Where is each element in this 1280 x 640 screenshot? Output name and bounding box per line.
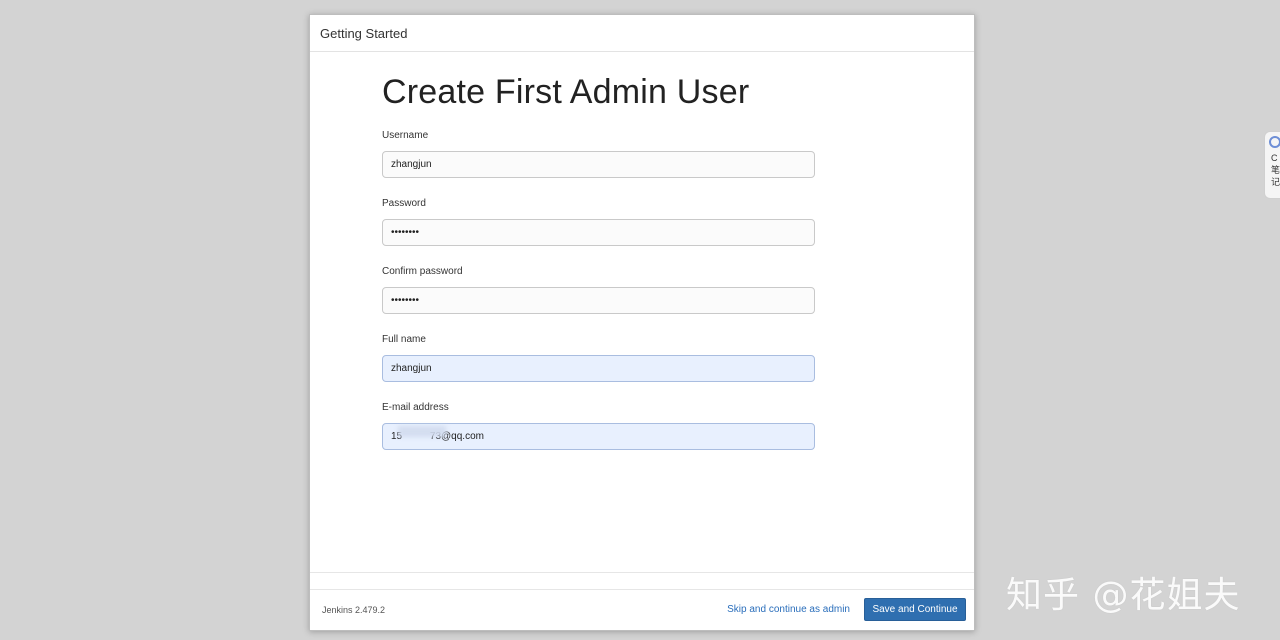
full-name-field-group: Full name bbox=[382, 333, 822, 382]
skip-continue-as-admin-link[interactable]: Skip and continue as admin bbox=[727, 604, 850, 615]
dialog-footer: Jenkins 2.479.2 Skip and continue as adm… bbox=[310, 589, 974, 632]
side-widget-label: C笔记 bbox=[1271, 153, 1280, 187]
password-label: Password bbox=[382, 198, 426, 209]
page-title: Create First Admin User bbox=[382, 73, 750, 111]
password-input[interactable] bbox=[382, 219, 815, 246]
password-field-group: Password bbox=[382, 197, 822, 246]
dialog-title: Getting Started bbox=[320, 25, 408, 41]
dialog-header: Getting Started bbox=[310, 15, 974, 52]
zhihu-watermark: 知乎 @花姐夫 bbox=[1006, 575, 1241, 616]
save-and-continue-button[interactable]: Save and Continue bbox=[864, 598, 966, 621]
email-input[interactable] bbox=[382, 423, 815, 450]
full-name-input[interactable] bbox=[382, 355, 815, 382]
admin-user-form: Create First Admin User Username Passwor… bbox=[382, 52, 822, 450]
full-name-label: Full name bbox=[382, 334, 426, 345]
note-widget-icon bbox=[1269, 136, 1280, 148]
username-input[interactable] bbox=[382, 151, 815, 178]
confirm-password-input[interactable] bbox=[382, 287, 815, 314]
confirm-password-label: Confirm password bbox=[382, 266, 463, 277]
setup-wizard-dialog: Getting Started Create First Admin User … bbox=[309, 14, 975, 631]
email-label: E-mail address bbox=[382, 402, 449, 413]
username-field-group: Username bbox=[382, 129, 822, 178]
email-field-group: E-mail address bbox=[382, 401, 822, 450]
confirm-password-field-group: Confirm password bbox=[382, 265, 822, 314]
footer-divider bbox=[310, 572, 974, 573]
username-label: Username bbox=[382, 130, 429, 141]
version-label: Jenkins 2.479.2 bbox=[322, 605, 386, 615]
side-note-widget[interactable]: C笔记 bbox=[1264, 131, 1280, 199]
